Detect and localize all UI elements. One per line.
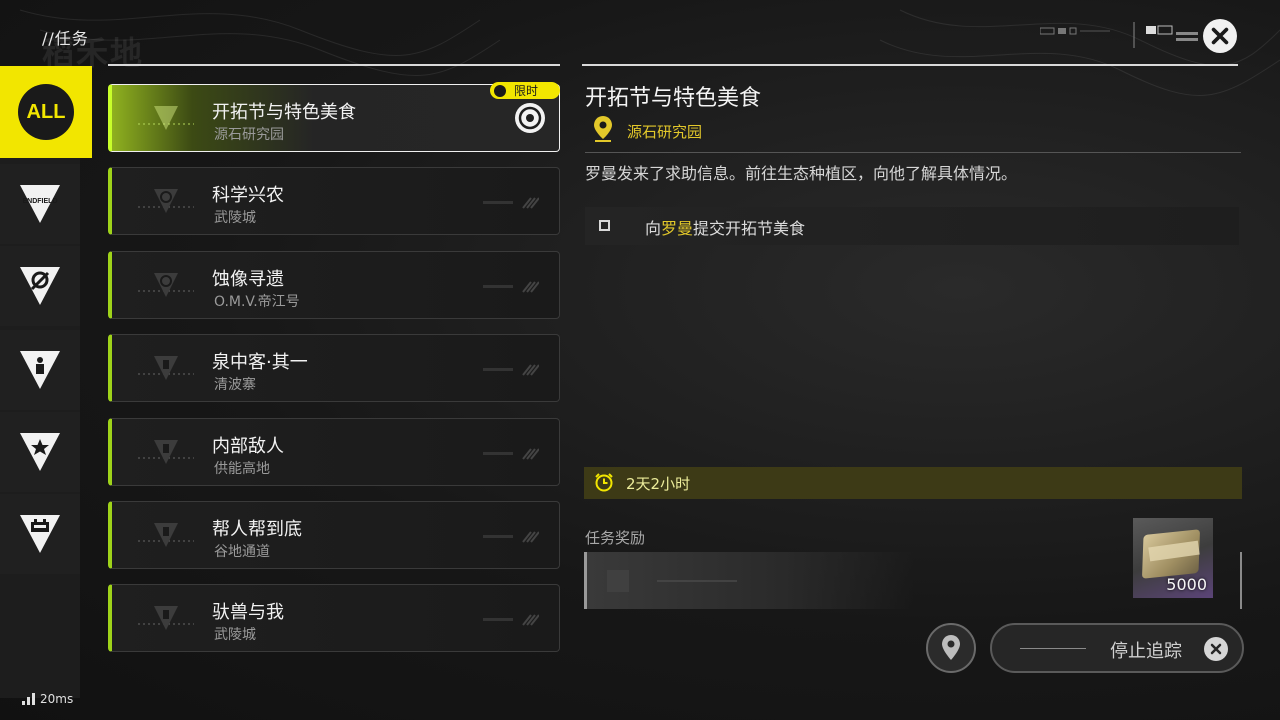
category-all[interactable]: ALL <box>0 66 92 158</box>
endfield-category-icon: ENDFIELD <box>20 185 60 223</box>
quest-item[interactable]: 内部敌人 供能高地 <box>108 418 560 486</box>
limited-time-badge: 限时 <box>490 82 560 99</box>
quest-item[interactable]: 帮人帮到底 谷地通道 <box>108 501 560 569</box>
objective-prefix: 向 <box>645 219 662 238</box>
quest-item[interactable]: 科学兴农 武陵城 <box>108 167 560 235</box>
rewards-label: 任务奖励 <box>585 529 646 547</box>
clock-icon <box>494 84 506 97</box>
location-pin-icon <box>594 116 612 142</box>
quest-location: 武陵城 <box>214 627 256 643</box>
objective-checkbox-icon <box>599 220 610 231</box>
quest-title: 帮人帮到底 <box>212 519 302 540</box>
stop-tracking-label: 停止追踪 <box>1110 641 1182 662</box>
quest-title: 蚀像寻遗 <box>212 269 284 290</box>
detail-title: 开拓节与特色美食 <box>585 86 762 111</box>
objective-suffix: 提交开拓节美食 <box>693 219 806 238</box>
quest-type-icon <box>138 523 194 547</box>
header-decoration <box>1040 27 1110 35</box>
category-facility[interactable] <box>0 494 80 574</box>
close-button[interactable] <box>1203 19 1237 53</box>
quest-title: 内部敌人 <box>212 436 284 457</box>
objective-text: 向罗曼提交开拓节美食 <box>645 215 805 239</box>
quest-type-icon <box>138 106 194 130</box>
time-remaining: 2天2小时 <box>626 474 691 493</box>
quest-item-decoration <box>483 614 539 626</box>
facility-category-icon <box>20 515 60 553</box>
quest-item-decoration <box>483 448 539 460</box>
detail-divider-top <box>582 64 1238 66</box>
quest-title: 驮兽与我 <box>212 602 284 623</box>
reward-quantity: 5000 <box>1166 575 1207 594</box>
quest-location: 供能高地 <box>214 461 270 477</box>
rewards-strip <box>584 552 914 609</box>
quest-type-icon <box>138 606 194 630</box>
quest-item-decoration <box>483 197 539 209</box>
close-icon <box>1204 637 1228 661</box>
quest-location: 清波寨 <box>214 377 256 393</box>
detail-location: 源石研究园 <box>627 123 703 141</box>
quest-title: 泉中客·其一 <box>212 352 308 373</box>
stop-tracking-decoration <box>1020 648 1086 649</box>
limited-label: 限时 <box>514 84 539 98</box>
category-explore[interactable] <box>0 246 80 326</box>
quest-location: 武陵城 <box>214 210 256 226</box>
quest-title: 科学兴农 <box>212 185 284 206</box>
rewards-strip-decoration <box>607 570 737 592</box>
detail-divider <box>585 152 1241 153</box>
quest-list-divider <box>108 64 560 66</box>
locate-on-map-button[interactable] <box>926 623 976 673</box>
clock-icon <box>595 473 613 492</box>
quest-location: O.M.V.帝江号 <box>214 294 300 310</box>
close-icon <box>1211 27 1229 45</box>
objective-row: 向罗曼提交开拓节美食 <box>585 207 1239 245</box>
latency-value: 20ms <box>40 692 74 706</box>
explore-category-icon <box>20 267 60 305</box>
quest-location: 源石研究园 <box>214 127 284 143</box>
category-star[interactable] <box>0 412 80 492</box>
map-pin-icon <box>942 635 960 660</box>
reward-item[interactable]: 5000 <box>1133 518 1213 598</box>
time-remaining-bar: 2天2小时 <box>584 467 1242 499</box>
quest-type-icon <box>138 189 194 213</box>
category-endfield[interactable]: ENDFIELD <box>0 164 80 244</box>
signal-icon <box>22 693 35 705</box>
all-category-icon: ALL <box>18 84 74 140</box>
quest-item-decoration <box>483 531 539 543</box>
stop-tracking-button[interactable]: 停止追踪 <box>990 623 1244 673</box>
quest-item[interactable]: 泉中客·其一 清波寨 <box>108 334 560 402</box>
quest-type-icon <box>138 440 194 464</box>
category-character[interactable] <box>0 330 80 410</box>
rewards-strip-end <box>1240 552 1242 609</box>
objective-npc: 罗曼 <box>661 219 694 238</box>
quest-item[interactable]: 蚀像寻遗 O.M.V.帝江号 <box>108 251 560 319</box>
svg-text:ENDFIELD: ENDFIELD <box>23 198 58 205</box>
quest-type-icon <box>138 356 194 380</box>
network-latency: 20ms <box>22 692 73 706</box>
quest-item-decoration <box>483 364 539 376</box>
quest-item[interactable]: 驮兽与我 武陵城 <box>108 584 560 652</box>
detail-description: 罗曼发来了求助信息。前往生态种植区，向他了解具体情况。 <box>585 164 1018 183</box>
quest-item-decoration <box>483 281 539 293</box>
character-category-icon <box>20 351 60 389</box>
tracking-target-icon <box>515 103 545 133</box>
quest-title: 开拓节与特色美食 <box>212 102 356 123</box>
quest-location: 谷地通道 <box>214 544 270 560</box>
header-decoration-2 <box>1133 22 1198 48</box>
quest-type-icon <box>138 273 194 297</box>
category-sidebar: ALL ENDFIELD <box>0 66 92 686</box>
page-title: //任务 <box>42 29 89 48</box>
star-category-icon <box>20 433 60 471</box>
